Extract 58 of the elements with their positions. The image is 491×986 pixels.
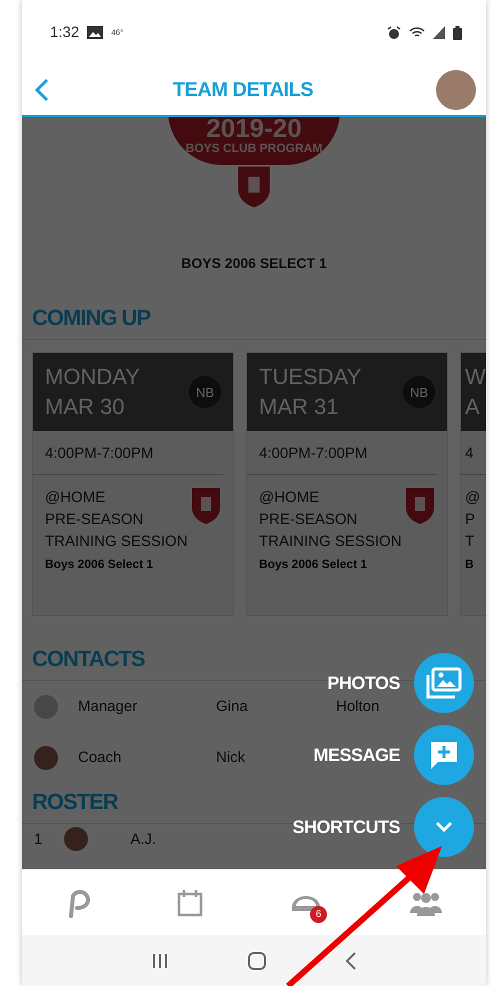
event-date: MAR 31 (259, 393, 340, 421)
crest-icon (191, 487, 221, 525)
event-location: @HOME (45, 488, 106, 508)
rounded-square-icon (248, 952, 266, 970)
player-avatar (64, 827, 88, 851)
three-lines-icon (151, 952, 170, 968)
event-card[interactable]: W A 4 @ P T B (460, 352, 486, 616)
event-day: MONDAY (45, 362, 189, 392)
unread-badge: 6 (310, 906, 327, 922)
contact-role: Manager (78, 698, 138, 715)
calendar-icon (177, 888, 203, 916)
event-title: PRE-SEASON (45, 510, 144, 530)
team-name: BOYS 2006 SELECT 1 (180, 255, 328, 271)
contact-role: Coach (78, 749, 122, 766)
roster-number: 1 (34, 830, 42, 848)
event-day: W (465, 362, 486, 392)
event-time: 4:00PM-7:00PM (33, 431, 223, 475)
section-heading: COMING UP (22, 305, 486, 340)
status-time: 1:32 (50, 24, 80, 41)
contact-first-name: Gina (216, 698, 249, 715)
wifi-icon (409, 26, 425, 39)
player-first-name: A.J. (130, 830, 158, 848)
photo-gallery-icon (426, 667, 462, 699)
page-title: TEAM DETAILS (172, 78, 314, 102)
contact-last-name: Holton (336, 698, 380, 715)
add-message-icon (428, 739, 460, 771)
event-title: P (465, 510, 476, 530)
initials-avatar: NB (403, 376, 435, 408)
image-icon (87, 26, 104, 39)
back-icon[interactable] (34, 78, 50, 102)
initials-avatar: NB (189, 376, 221, 408)
event-title: TRAINING SESSION (259, 532, 403, 552)
battery-icon (453, 26, 462, 40)
chevron-icon (435, 821, 453, 833)
nav-tab[interactable]: 6 (285, 884, 327, 920)
event-date: MAR 30 (45, 393, 126, 421)
back-chevron-icon (344, 952, 357, 970)
event-date: A (465, 393, 481, 421)
event-time: 4 (461, 431, 486, 475)
event-title: TRAINING SESSION (45, 532, 189, 552)
event-location: @ (465, 488, 482, 508)
alarm-icon (387, 26, 401, 40)
signal-icon (433, 26, 445, 39)
crest-icon (237, 165, 271, 209)
event-team: Boys 2006 Select 1 (259, 556, 368, 573)
event-title: PRE-SEASON (259, 510, 358, 530)
event-team: Boys 2006 Select 1 (45, 556, 154, 573)
event-day: TUESDAY (259, 362, 403, 392)
crest-icon (405, 487, 435, 525)
event-time: 4:00PM-7:00PM (247, 431, 437, 475)
event-title: T (465, 532, 476, 552)
event-location: @HOME (259, 488, 320, 508)
profile-avatar[interactable] (436, 70, 476, 110)
shortcut-label: MESSAGE (313, 744, 400, 766)
event-team: B (465, 556, 475, 573)
event-card[interactable]: TUESDAY MAR 31 NB 4:00PM-7:00PM @HOME PRE-SEASON TRAINING SESSION Boys 2006 Select 1 (246, 352, 448, 616)
status-temperature: 46° (111, 28, 124, 37)
event-card[interactable]: MONDAY MAR 30 NB 4:00PM-7:00PM @HOME PRE-SEASON TRAINING SESSION Boys 2006 Select 1 (32, 352, 234, 616)
